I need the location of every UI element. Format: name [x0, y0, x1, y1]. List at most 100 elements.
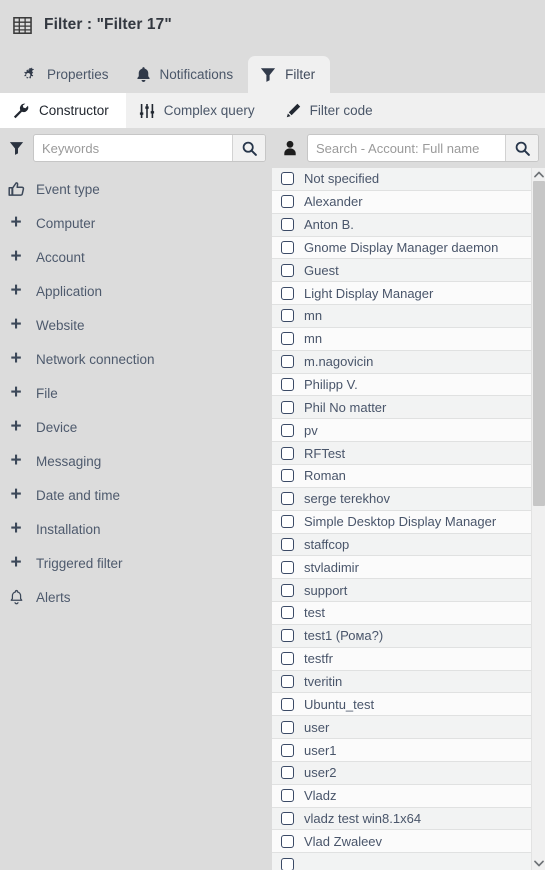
checkbox-icon[interactable] [281, 720, 294, 734]
account-option-row[interactable]: Alexander [272, 190, 531, 214]
account-option-row[interactable]: Philipp V. [272, 373, 531, 397]
checkbox-icon[interactable] [281, 378, 294, 392]
account-option-row[interactable]: vladz test win8.1x64 [272, 807, 531, 831]
account-option-row[interactable]: mn [272, 327, 531, 351]
sliders-icon [139, 103, 154, 118]
checkbox-icon[interactable] [281, 240, 294, 254]
checkbox-icon[interactable] [281, 583, 294, 597]
tab-properties[interactable]: Properties [8, 56, 124, 93]
keyword-search-input[interactable] [34, 135, 232, 161]
account-option-row[interactable]: test1 (Рома?) [272, 624, 531, 648]
checkbox-icon[interactable] [281, 195, 294, 209]
subtab-complex-query[interactable]: Complex query [126, 93, 272, 128]
sidebar-item-network-connection[interactable]: + Network connection [0, 342, 272, 376]
keyword-search-button[interactable] [232, 135, 265, 161]
account-option-row[interactable]: Not specified [272, 168, 531, 191]
sidebar-item-date-and-time[interactable]: + Date and time [0, 478, 272, 512]
subtab-filter-code[interactable]: Filter code [272, 93, 390, 128]
tab-filter[interactable]: Filter [248, 56, 331, 93]
checkbox-icon[interactable] [281, 263, 294, 277]
checkbox-icon[interactable] [281, 446, 294, 460]
account-option-row[interactable]: Guest [272, 259, 531, 283]
sidebar-item-alerts[interactable]: Alerts [0, 580, 272, 614]
checkbox-icon[interactable] [281, 218, 294, 232]
account-search-input[interactable] [308, 135, 505, 161]
plus-icon: + [10, 313, 22, 335]
checkbox-icon[interactable] [281, 606, 294, 620]
checkbox-icon[interactable] [281, 400, 294, 414]
account-option-row[interactable]: support [272, 579, 531, 603]
account-option-label: Phil No matter [304, 399, 387, 415]
account-option-row[interactable]: Light Display Manager [272, 282, 531, 306]
account-option-row[interactable]: Phil No matter [272, 396, 531, 420]
checkbox-icon[interactable] [281, 812, 294, 826]
list-scrollbar[interactable] [531, 168, 545, 870]
sidebar-item-installation[interactable]: + Installation [0, 512, 272, 546]
checkbox-icon[interactable] [281, 515, 294, 529]
account-option-row[interactable]: mn [272, 305, 531, 328]
account-option-label: RFTest [304, 445, 346, 461]
account-option-row[interactable]: stvladimir [272, 556, 531, 580]
checkbox-icon[interactable] [281, 537, 294, 551]
account-option-row[interactable]: m.nagovicin [272, 350, 531, 374]
account-option-row[interactable]: pv [272, 419, 531, 443]
checkbox-icon[interactable] [281, 560, 294, 574]
subtab-constructor[interactable]: Constructor [0, 93, 126, 128]
account-search-box[interactable] [307, 134, 539, 162]
account-option-row[interactable]: Simple Desktop Display Manager [272, 510, 531, 534]
checkbox-icon[interactable] [281, 423, 294, 437]
account-option-row[interactable]: Vlad Zwaleev [272, 830, 531, 854]
account-option-row[interactable] [272, 853, 531, 870]
checkbox-icon[interactable] [281, 674, 294, 688]
checkbox-icon[interactable] [281, 766, 294, 780]
checkbox-icon[interactable] [281, 652, 294, 666]
checkbox-icon[interactable] [281, 629, 294, 643]
checkbox-icon[interactable] [281, 834, 294, 848]
checkbox-icon[interactable] [281, 743, 294, 757]
sidebar-item-device[interactable]: + Device [0, 410, 272, 444]
account-option-list[interactable]: Not specified Alexander Anton B. Gnome Disp… [272, 168, 531, 870]
keyword-search-row [0, 128, 272, 168]
account-option-row[interactable]: Vladz [272, 784, 531, 808]
checkbox-icon[interactable] [281, 355, 294, 369]
sidebar-item-application[interactable]: + Application [0, 274, 272, 308]
checkbox-icon[interactable] [281, 789, 294, 803]
account-option-row[interactable]: user2 [272, 761, 531, 785]
keyword-search-box[interactable] [33, 134, 266, 162]
account-option-row[interactable]: RFTest [272, 442, 531, 465]
checkbox-icon[interactable] [281, 172, 294, 186]
checkbox-icon[interactable] [281, 332, 294, 346]
account-option-row[interactable]: test [272, 602, 531, 625]
account-option-row[interactable]: Ubuntu_test [272, 693, 531, 717]
account-option-row[interactable]: tveritin [272, 670, 531, 694]
account-option-row[interactable]: user [272, 716, 531, 740]
scroll-up-button[interactable] [532, 168, 545, 181]
account-option-row[interactable]: Roman [272, 464, 531, 488]
account-option-row[interactable]: serge terekhov [272, 487, 531, 511]
scrollbar-thumb[interactable] [533, 181, 545, 506]
checkbox-icon[interactable] [281, 469, 294, 483]
tab-label: Filter [285, 67, 316, 82]
account-search-button[interactable] [505, 135, 538, 161]
account-option-row[interactable]: user1 [272, 739, 531, 762]
sidebar-item-computer[interactable]: + Computer [0, 206, 272, 240]
checkbox-icon[interactable] [281, 697, 294, 711]
scroll-down-button[interactable] [532, 857, 545, 870]
sidebar-item-triggered-filter[interactable]: + Triggered filter [0, 546, 272, 580]
sidebar-item-messaging[interactable]: + Messaging [0, 444, 272, 478]
account-option-row[interactable]: Gnome Display Manager daemon [272, 236, 531, 260]
checkbox-icon[interactable] [281, 286, 294, 300]
sidebar-item-website[interactable]: + Website [0, 308, 272, 342]
sidebar-item-label: Application [36, 283, 103, 299]
checkbox-icon[interactable] [281, 492, 294, 506]
sidebar-item-file[interactable]: + File [0, 376, 272, 410]
account-option-row[interactable]: staffcop [272, 533, 531, 557]
sidebar-item-event-type[interactable]: Event type [0, 172, 272, 206]
tab-notifications[interactable]: Notifications [124, 56, 249, 93]
account-option-row[interactable]: testfr [272, 647, 531, 671]
checkbox-icon[interactable] [281, 857, 294, 870]
account-option-row[interactable]: Anton B. [272, 213, 531, 237]
checkbox-icon[interactable] [281, 309, 294, 323]
wrench-icon [13, 103, 29, 118]
sidebar-item-account[interactable]: + Account [0, 240, 272, 274]
